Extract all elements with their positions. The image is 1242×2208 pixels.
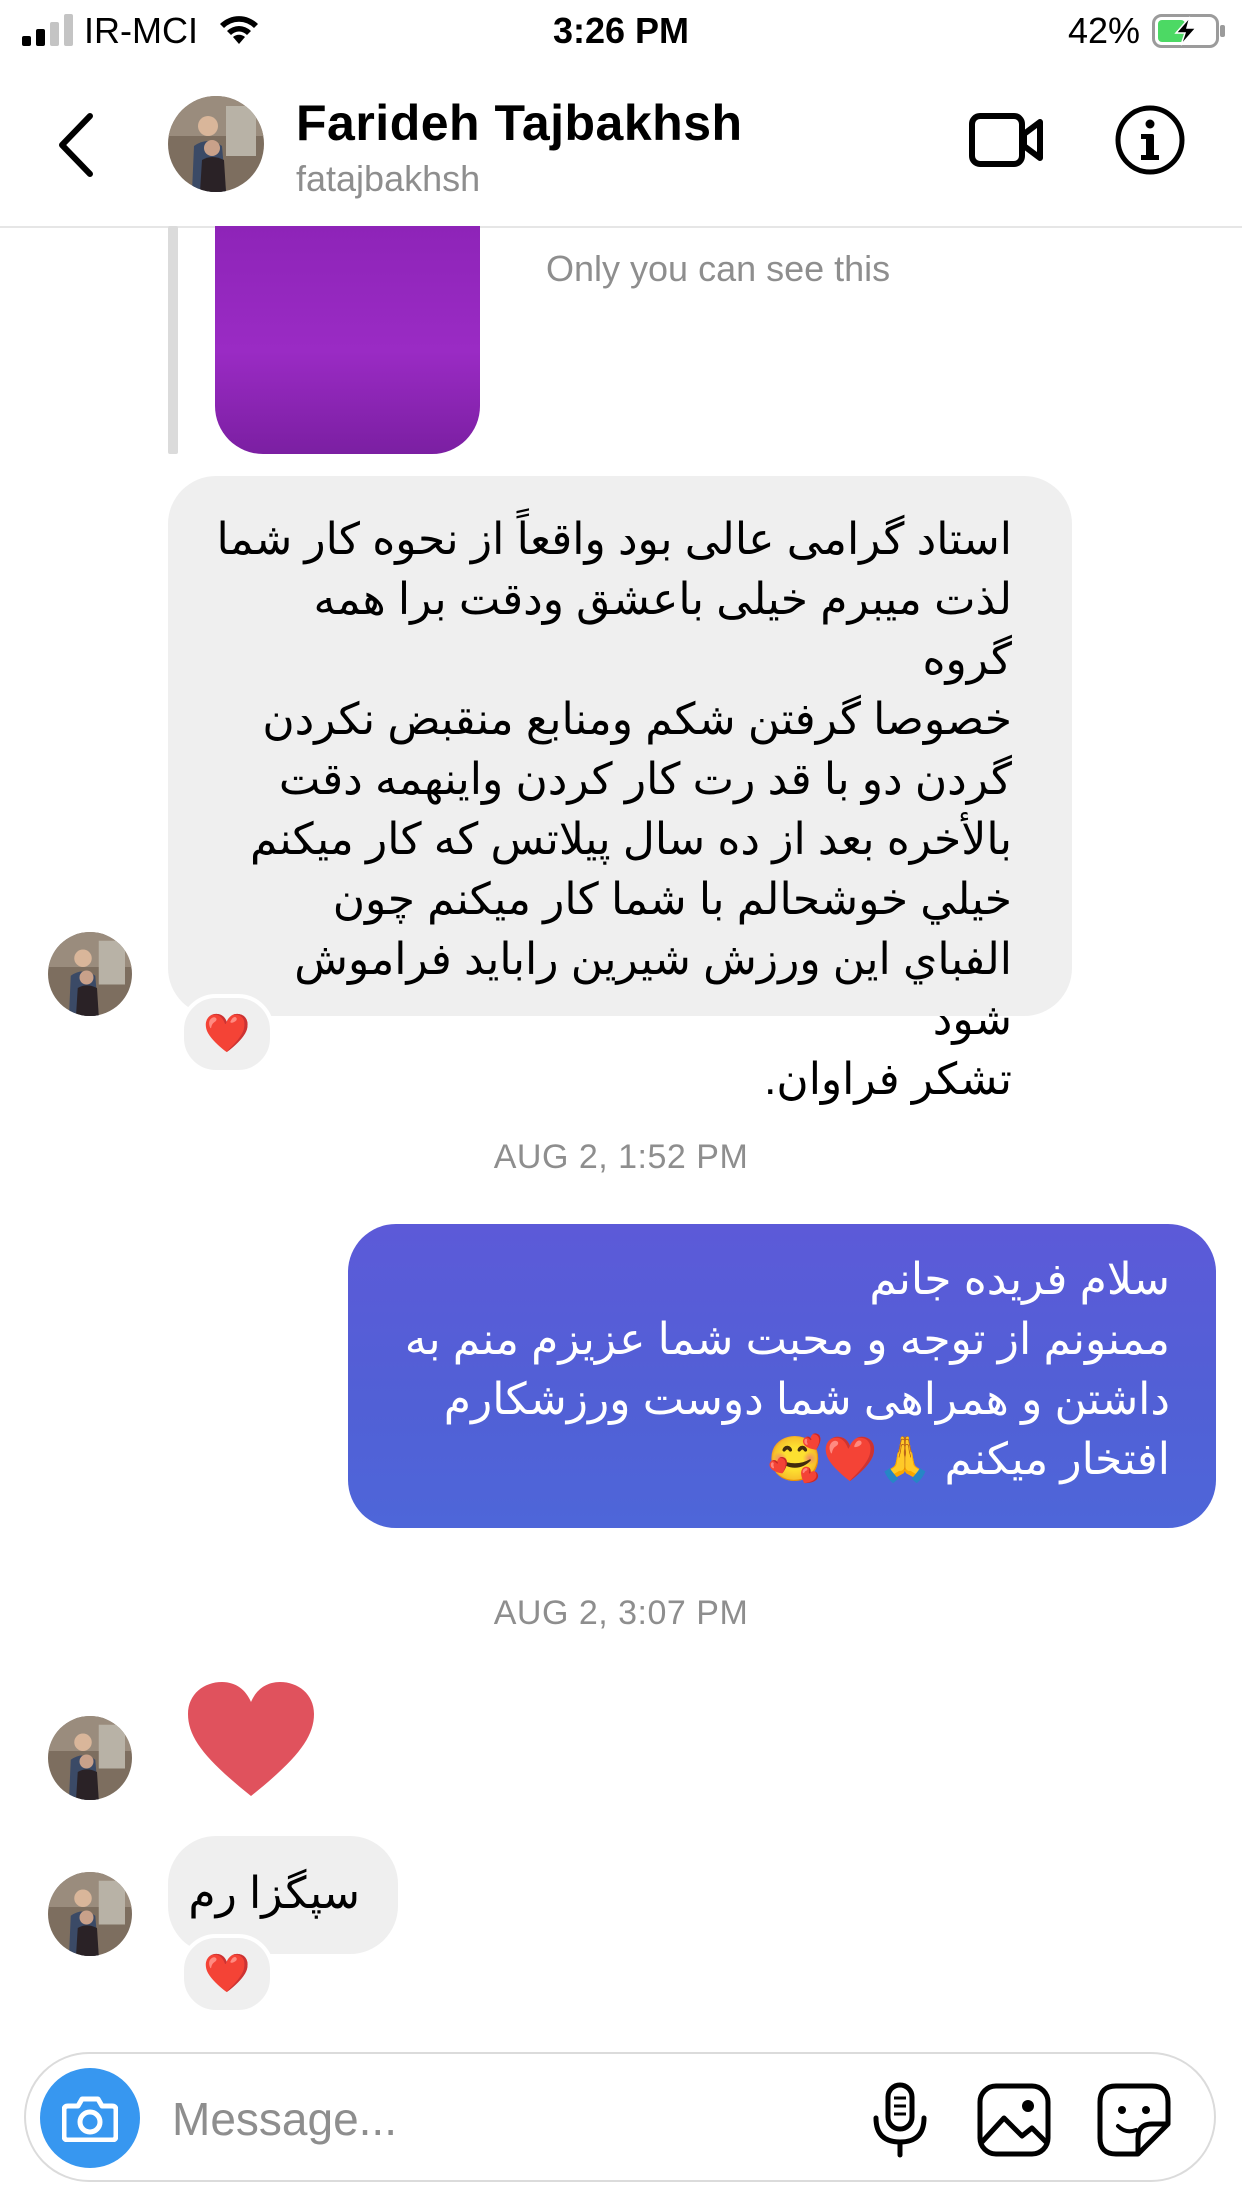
video-call-icon[interactable] bbox=[968, 108, 1044, 172]
avatar[interactable] bbox=[168, 96, 264, 192]
message-bubble-incoming[interactable]: استاد گرامی عالی بود واقعاً از نحوه کار … bbox=[168, 476, 1072, 1104]
sticker-icon[interactable] bbox=[1096, 2082, 1172, 2158]
status-bar: IR-MCI 3:26 PM 42% bbox=[0, 0, 1242, 64]
camera-button[interactable] bbox=[40, 2068, 140, 2168]
timestamp: AUG 2, 3:07 PM bbox=[493, 1594, 749, 1632]
message-input[interactable] bbox=[170, 2080, 774, 2158]
message-text: سپگزا رم bbox=[188, 1869, 360, 1918]
contact-name[interactable]: Farideh Tajbakhsh bbox=[296, 94, 743, 152]
microphone-icon[interactable] bbox=[868, 2082, 932, 2158]
profile-photo-icon bbox=[48, 932, 132, 1016]
avatar[interactable] bbox=[48, 932, 132, 1016]
clock: 3:26 PM bbox=[552, 10, 690, 51]
battery-charging-icon bbox=[1152, 14, 1225, 48]
gallery-icon[interactable] bbox=[976, 2082, 1052, 2158]
message-bubble-outgoing[interactable]: سلام فریده جانم ممنونم از توجه و محبت شم… bbox=[348, 1224, 1216, 1528]
contact-username[interactable]: fatajbakhsh bbox=[296, 158, 480, 200]
heart-reaction[interactable]: ❤️ bbox=[180, 994, 274, 1074]
profile-photo-icon bbox=[48, 1872, 132, 1956]
profile-photo-icon bbox=[48, 1716, 132, 1800]
heart-message-icon[interactable] bbox=[186, 1680, 316, 1800]
heart-reaction[interactable]: ❤️ bbox=[180, 1934, 274, 2014]
message-text: سلام فریده جانم ممنونم از توجه و محبت شم… bbox=[404, 1255, 1170, 1484]
battery-percent: 42% bbox=[1068, 10, 1141, 51]
info-icon[interactable] bbox=[1114, 104, 1186, 176]
chat-header: Farideh Tajbakhsh fatajbakhsh bbox=[0, 64, 1242, 228]
back-arrow-icon[interactable] bbox=[56, 112, 96, 178]
story-privacy-note: Only you can see this bbox=[546, 248, 891, 289]
camera-icon bbox=[62, 2096, 118, 2142]
avatar[interactable] bbox=[48, 1872, 132, 1956]
timestamp: AUG 2, 1:52 PM bbox=[493, 1138, 749, 1176]
avatar[interactable] bbox=[48, 1716, 132, 1800]
story-thumbnail[interactable] bbox=[215, 226, 480, 454]
story-reply-line bbox=[168, 226, 178, 454]
profile-photo-icon bbox=[168, 96, 264, 192]
message-text: استاد گرامی عالی بود واقعاً از نحوه کار … bbox=[216, 515, 1012, 1104]
message-composer bbox=[24, 2052, 1216, 2182]
